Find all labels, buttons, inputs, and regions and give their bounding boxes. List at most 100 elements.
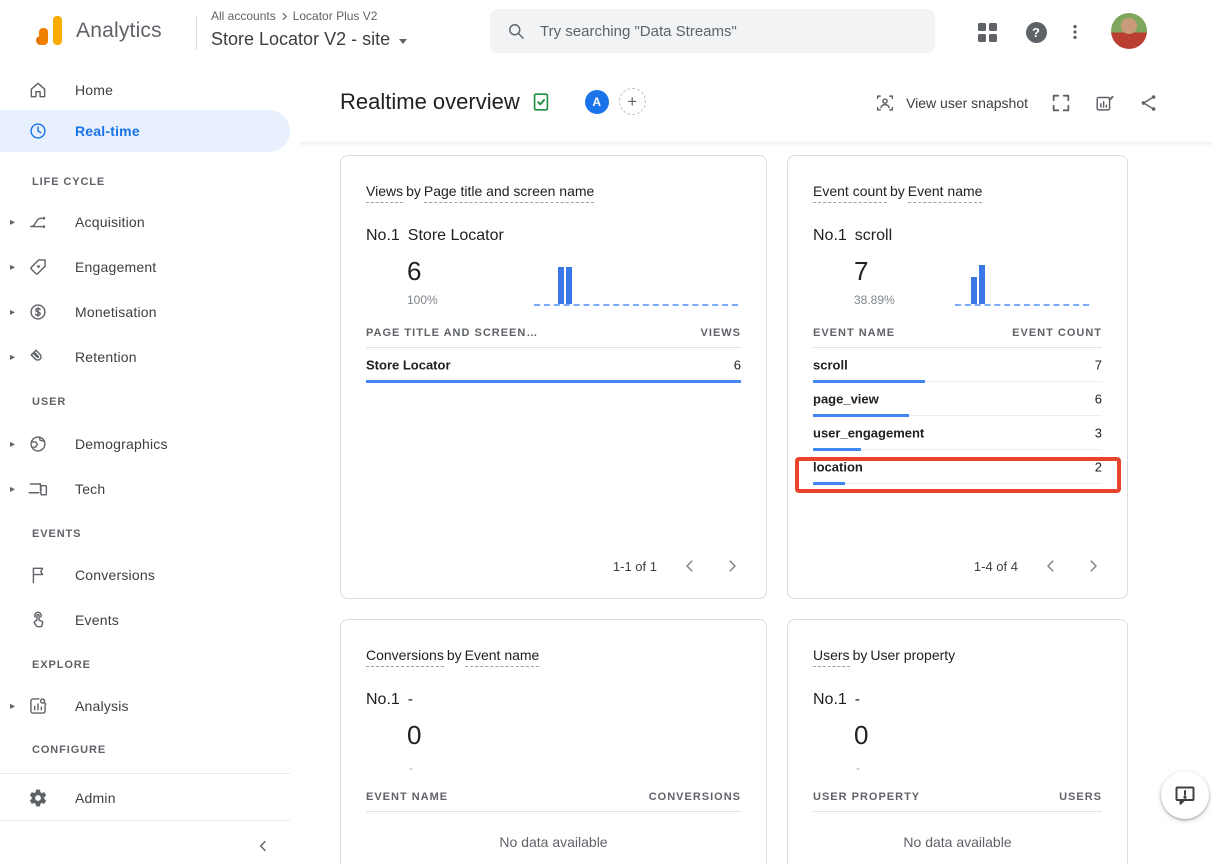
next-page-icon[interactable] <box>723 557 741 575</box>
card-users-by-property: UsersbyUser property No.1- 0 - USER PROP… <box>787 619 1128 864</box>
metric-sub: - <box>856 761 860 775</box>
metric-link[interactable]: Views <box>366 183 403 203</box>
pagination-label: 1-1 of 1 <box>613 559 657 574</box>
pagination-label: 1-4 of 4 <box>974 559 1018 574</box>
metric-link[interactable]: Event count <box>813 183 887 203</box>
apps-grid-button[interactable] <box>975 20 999 44</box>
sidebar-item-home[interactable]: Home <box>0 70 290 110</box>
demographics-globe-icon <box>28 434 48 454</box>
feedback-icon <box>1173 783 1197 807</box>
table-header: PAGE TITLE AND SCREEN… VIEWS <box>366 318 741 348</box>
next-page-icon[interactable] <box>1084 557 1102 575</box>
feedback-button[interactable] <box>1161 771 1209 819</box>
top-item: No.1- <box>366 691 413 709</box>
breadcrumb-current[interactable]: Locator Plus V2 <box>293 9 378 23</box>
fullscreen-icon[interactable] <box>1050 92 1072 114</box>
data-quality-icon[interactable] <box>530 91 552 113</box>
account-property-block: All accounts Locator Plus V2 Store Locat… <box>211 8 407 50</box>
dimension-link[interactable]: Event name <box>465 647 540 667</box>
search-input[interactable] <box>540 23 919 40</box>
sidebar-item-events[interactable]: Events <box>0 600 290 640</box>
row-bar <box>813 482 845 485</box>
app-header: Analytics All accounts Locator Plus V2 S… <box>0 0 1212 64</box>
table-row[interactable]: user_engagement 3 <box>813 416 1102 450</box>
card-title: Event countbyEvent name <box>813 183 982 199</box>
no-data-message: No data available <box>813 834 1102 850</box>
main-content: Realtime overview A + View user snapshot… <box>300 64 1212 864</box>
sidebar-section-lifecycle: LIFE CYCLE <box>32 176 105 192</box>
sidebar-item-retention[interactable]: ▸ Retention <box>0 337 290 377</box>
admin-gear-icon <box>28 788 48 808</box>
events-touch-icon <box>28 610 48 630</box>
breadcrumb-chevron-icon <box>279 11 290 22</box>
sidebar-section-events: EVENTS <box>32 528 81 544</box>
expand-arrow-icon[interactable]: ▸ <box>10 307 15 318</box>
metric-link[interactable]: Users <box>813 647 850 667</box>
product-name: Analytics <box>76 19 162 43</box>
expand-arrow-icon[interactable]: ▸ <box>10 701 15 712</box>
metric-link[interactable]: Conversions <box>366 647 444 667</box>
expand-arrow-icon[interactable]: ▸ <box>10 217 15 228</box>
card-views-by-page-title: ViewsbyPage title and screen name No.1St… <box>340 155 767 599</box>
analytics-logo-home[interactable]: Analytics <box>36 16 162 46</box>
search-bar[interactable] <box>490 9 935 53</box>
share-icon[interactable] <box>1138 92 1160 114</box>
card-title: ConversionsbyEvent name <box>366 647 539 663</box>
home-icon <box>28 80 48 100</box>
retention-magnet-icon <box>28 347 48 367</box>
comparison-badge[interactable]: A <box>585 90 609 114</box>
sidebar-item-admin[interactable]: Admin <box>0 778 290 818</box>
sidebar-item-demographics[interactable]: ▸ Demographics <box>0 424 290 464</box>
sidebar-item-tech[interactable]: ▸ Tech <box>0 469 290 509</box>
apps-grid-icon <box>978 23 997 42</box>
metric-sub: - <box>409 761 413 775</box>
sidebar-section-configure: CONFIGURE <box>32 744 106 760</box>
prev-page-icon[interactable] <box>1042 557 1060 575</box>
expand-arrow-icon[interactable]: ▸ <box>10 439 15 450</box>
table-row[interactable]: scroll 7 <box>813 348 1102 382</box>
conversions-flag-icon <box>28 565 48 585</box>
card-title: ViewsbyPage title and screen name <box>366 183 594 199</box>
help-icon: ? <box>1026 22 1047 43</box>
dropdown-caret-icon <box>399 39 407 44</box>
table-header: EVENT NAME CONVERSIONS <box>366 782 741 812</box>
dimension-link[interactable]: Event name <box>908 183 983 203</box>
tech-devices-icon <box>28 479 48 499</box>
table-row-location[interactable]: location 2 <box>813 450 1102 484</box>
sidebar-item-conversions[interactable]: Conversions <box>0 555 290 595</box>
sidebar-divider <box>0 820 290 821</box>
table-row[interactable]: Store Locator 6 <box>366 348 741 382</box>
table-header: EVENT NAME EVENT COUNT <box>813 318 1102 348</box>
customize-report-icon[interactable] <box>1094 92 1116 114</box>
sidebar-collapse-button[interactable] <box>252 835 274 857</box>
expand-arrow-icon[interactable]: ▸ <box>10 262 15 273</box>
help-button[interactable]: ? <box>1024 20 1048 44</box>
sidebar-item-engagement[interactable]: ▸ Engagement <box>0 247 290 287</box>
sidebar: Home Real-time LIFE CYCLE ▸ Acquisition … <box>0 64 300 864</box>
prev-page-icon[interactable] <box>681 557 699 575</box>
realtime-clock-icon <box>28 121 48 141</box>
more-options-button[interactable] <box>1063 20 1087 44</box>
expand-arrow-icon[interactable]: ▸ <box>10 352 15 363</box>
view-user-snapshot-button[interactable]: View user snapshot <box>874 92 1028 114</box>
sidebar-item-acquisition[interactable]: ▸ Acquisition <box>0 202 290 242</box>
breadcrumb-root[interactable]: All accounts <box>211 9 276 23</box>
top-item: No.1- <box>813 691 860 709</box>
expand-arrow-icon[interactable]: ▸ <box>10 484 15 495</box>
row-bar <box>366 380 741 383</box>
no-data-message: No data available <box>366 834 741 850</box>
user-avatar[interactable] <box>1111 13 1147 49</box>
pagination: 1-4 of 4 <box>974 554 1102 578</box>
view-user-snapshot-label: View user snapshot <box>906 95 1028 111</box>
add-comparison-button[interactable]: + <box>619 88 646 115</box>
dimension-link[interactable]: Page title and screen name <box>424 183 594 203</box>
sidebar-item-realtime[interactable]: Real-time <box>0 110 290 152</box>
property-selector[interactable]: Store Locator V2 - site <box>211 29 407 50</box>
card-title: UsersbyUser property <box>813 647 955 663</box>
monetisation-icon <box>28 302 48 322</box>
top-item: No.1Store Locator <box>366 227 504 245</box>
sidebar-item-analysis[interactable]: ▸ Analysis <box>0 686 290 726</box>
table-row[interactable]: page_view 6 <box>813 382 1102 416</box>
sidebar-item-monetisation[interactable]: ▸ Monetisation <box>0 292 290 332</box>
table-header: USER PROPERTY USERS <box>813 782 1102 812</box>
